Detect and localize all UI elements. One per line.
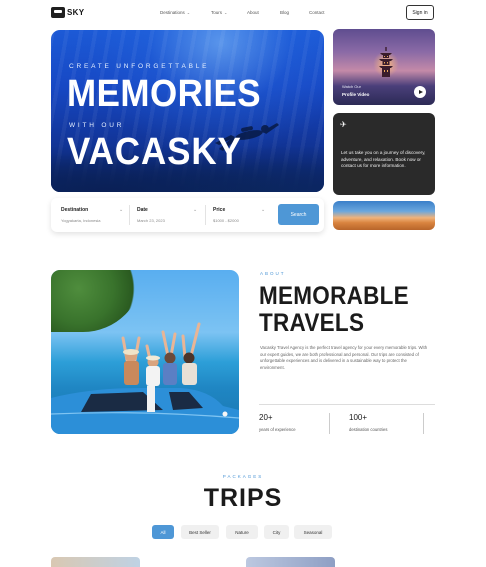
nav-item-destinations[interactable]: Destinations ⌄ [160, 10, 190, 15]
search-button[interactable]: Search [278, 204, 319, 225]
price-label: Price [213, 207, 226, 213]
chevron-down-icon: ⌄ [119, 207, 124, 213]
nav-item-contact[interactable]: Contact [309, 10, 325, 15]
about-description: Vacasky Travel Agency is the perfect tra… [260, 345, 428, 370]
nav-item-blog[interactable]: Blog [280, 10, 289, 15]
about-title-line2: TRAVELS [259, 309, 365, 337]
trip-card-preview[interactable] [246, 557, 335, 567]
divider [205, 205, 206, 225]
filter-best-seller[interactable]: Best Seller [181, 525, 219, 539]
stat-years-value: 20+ [259, 413, 273, 422]
play-button[interactable] [414, 86, 426, 98]
chevron-down-icon: ⌄ [261, 207, 266, 213]
hero-kicker-bottom: WITH OUR [69, 122, 125, 129]
filter-seasonal[interactable]: Seasonal [294, 525, 332, 539]
price-field[interactable]: Price $1000 - $2000 ⌄ [213, 198, 273, 232]
date-value: March 23, 2023 [137, 218, 165, 223]
video-caption-line2: Profile Video [342, 92, 370, 97]
chevron-down-icon: ⌄ [193, 207, 198, 213]
stats-divider [259, 404, 435, 405]
signin-button[interactable]: Sign in [406, 5, 434, 20]
destination-label: Destination [61, 207, 89, 213]
trips-title: TRIPS [203, 484, 283, 512]
hero-banner: CREATE UNFORGETTABLE MEMORIES WITH OUR V… [51, 30, 324, 192]
stat-countries-value: 100+ [349, 413, 368, 422]
date-field[interactable]: Date March 23, 2023 ⌄ [137, 198, 199, 232]
hero-headline-bottom: VACASKY [67, 131, 242, 173]
filter-city[interactable]: City [264, 525, 289, 539]
filter-all[interactable]: All [152, 525, 174, 539]
pagoda-image [379, 47, 393, 77]
chevron-down-icon: ⌄ [186, 10, 191, 15]
about-title-line1: MEMORABLE [259, 282, 409, 310]
destination-field[interactable]: Destination Yogyakarta, Indonesia ⌄ [61, 198, 123, 232]
info-card-text: Let us take you on a journey of discover… [341, 150, 426, 169]
nav-item-tours[interactable]: Tours ⌄ [211, 10, 227, 15]
price-value: $1000 - $2000 [213, 218, 239, 223]
about-image [51, 270, 239, 434]
play-icon [418, 90, 423, 94]
hero-kicker-top: CREATE UNFORGETTABLE [69, 63, 210, 70]
about-kicker: ABOUT [260, 271, 286, 276]
trip-card-preview[interactable] [51, 557, 140, 567]
hero-headline-top: MEMORIES [67, 73, 262, 115]
chevron-down-icon: ⌄ [224, 10, 228, 15]
date-label: Date [137, 207, 148, 213]
desert-image-card [333, 201, 435, 230]
trip-filters: All Best Seller Nature City Seasonal [0, 525, 486, 539]
airplane-icon: ✈ [340, 120, 347, 129]
info-card: ✈ Let us take you on a journey of discov… [333, 113, 435, 195]
stat-years-label: years of experience [259, 427, 296, 432]
filter-nature[interactable]: Nature [226, 525, 258, 539]
stat-divider [329, 413, 330, 434]
divider [129, 205, 130, 225]
search-bar: Destination Yogyakarta, Indonesia ⌄ Date… [51, 198, 324, 232]
destination-value: Yogyakarta, Indonesia [61, 218, 101, 223]
packages-kicker: PACKAGES [222, 474, 264, 479]
nav-item-about[interactable]: About [247, 10, 259, 15]
stat-divider [423, 413, 424, 434]
video-caption-line1: Watch Our [342, 84, 361, 89]
stat-countries-label: destination countries [349, 427, 388, 432]
blue-car-image [51, 386, 239, 434]
